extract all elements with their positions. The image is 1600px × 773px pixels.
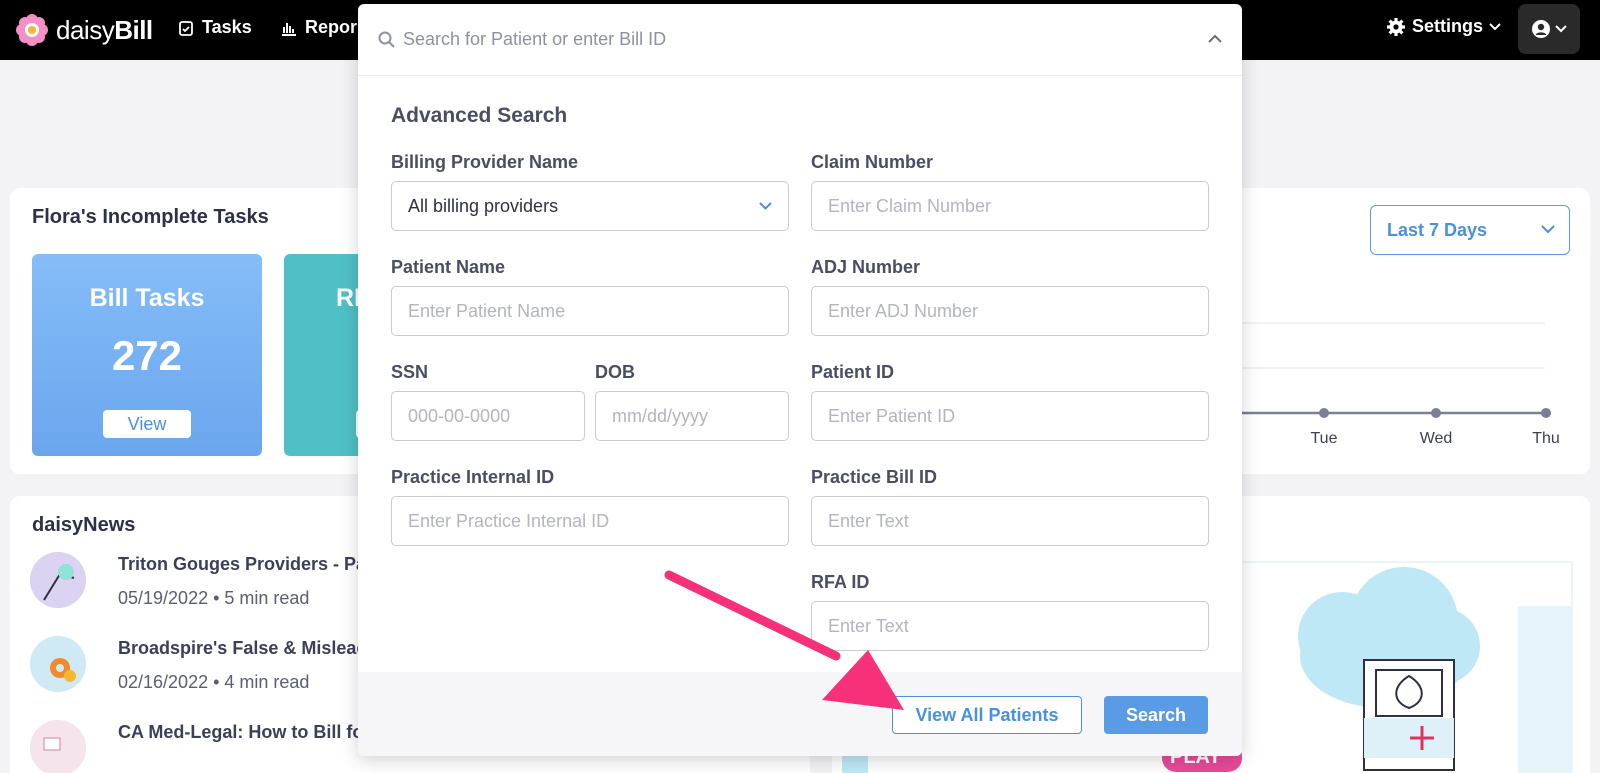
rfa-id-label: RFA ID: [811, 572, 870, 592]
settings-menu[interactable]: Settings: [1386, 16, 1501, 37]
patient-id-field[interactable]: Enter Patient ID: [811, 391, 1209, 441]
ssn-field[interactable]: 000-00-0000: [391, 391, 585, 441]
chevron-down-icon: [1555, 25, 1567, 33]
dob-field[interactable]: mm/dd/yyyy: [595, 391, 789, 441]
nav-tasks[interactable]: Tasks: [178, 17, 252, 38]
claim-number-field[interactable]: Enter Claim Number: [811, 181, 1209, 231]
chart-point: [1541, 408, 1551, 418]
view-all-patients-button[interactable]: View All Patients: [892, 696, 1082, 734]
dob-label: DOB: [595, 362, 635, 382]
user-menu-button[interactable]: [1518, 4, 1580, 54]
chevron-down-icon: [1489, 22, 1501, 30]
search-input-placeholder[interactable]: Search for Patient or enter Bill ID: [403, 29, 666, 50]
news-card-title: daisyNews: [32, 514, 136, 536]
news-headline[interactable]: CA Med-Legal: How to Bill for: [118, 722, 370, 743]
news-headline[interactable]: Broadspire's False & Misleadi: [118, 638, 372, 659]
practice-internal-id-label: Practice Internal ID: [391, 467, 555, 487]
dob-placeholder: mm/dd/yyyy: [612, 406, 709, 426]
practice-internal-id-placeholder: Enter Practice Internal ID: [408, 511, 610, 531]
billing-provider-select[interactable]: All billing providers: [391, 181, 789, 231]
date-range-select[interactable]: Last 7 Days: [1370, 205, 1570, 255]
adj-number-field[interactable]: Enter ADJ Number: [811, 286, 1209, 336]
brand-logo[interactable]: daisyBill: [16, 10, 153, 50]
news-headline[interactable]: Triton Gouges Providers - Pay: [118, 554, 376, 575]
billing-provider-value: All billing providers: [408, 196, 559, 216]
bill-tasks-view-button[interactable]: View: [103, 410, 191, 438]
practice-internal-id-field[interactable]: Enter Practice Internal ID: [391, 496, 789, 546]
patient-id-label: Patient ID: [811, 362, 895, 382]
chart-point: [1431, 408, 1441, 418]
bar-chart-icon: [282, 22, 296, 36]
claim-number-placeholder: Enter Claim Number: [828, 196, 992, 216]
ssn-label: SSN: [391, 362, 429, 382]
practice-bill-id-field[interactable]: Enter Text: [811, 496, 1209, 546]
billing-provider-label: Billing Provider Name: [391, 152, 579, 172]
rfa-id-placeholder: Enter Text: [828, 616, 909, 636]
gear-icon: [1387, 17, 1405, 36]
news-meta: 02/16/2022 • 4 min read: [118, 672, 310, 692]
adj-number-placeholder: Enter ADJ Number: [828, 301, 979, 321]
news-meta: 05/19/2022 • 5 min read: [118, 588, 310, 608]
chart-tick-tue: Tue: [1311, 430, 1338, 447]
rfa-id-field[interactable]: Enter Text: [811, 601, 1209, 651]
news-thumbnail: [30, 720, 86, 773]
nav-reports[interactable]: Repor: [281, 17, 357, 38]
adj-number-label: ADJ Number: [811, 257, 921, 277]
date-range-value: Last 7 Days: [1387, 220, 1488, 240]
ssn-placeholder: 000-00-0000: [408, 406, 511, 426]
chart-tick-thu: Thu: [1532, 430, 1560, 447]
chart-point: [1319, 408, 1329, 418]
chart-tick-wed: Wed: [1420, 430, 1453, 447]
settings-label: Settings: [1412, 16, 1484, 36]
search-button[interactable]: Search: [1104, 696, 1208, 734]
patient-search-bar[interactable]: Search for Patient or enter Bill ID: [358, 4, 1242, 76]
patient-name-placeholder: Enter Patient Name: [408, 301, 566, 321]
tasks-card-title: Flora's Incomplete Tasks: [32, 206, 269, 228]
brand-name: daisyBill: [56, 14, 153, 45]
nav-tasks-label: Tasks: [202, 17, 252, 37]
patient-search-panel: Search for Patient or enter Bill ID Adva…: [358, 4, 1242, 756]
bill-tasks-tile[interactable]: Bill Tasks 272 View: [32, 254, 262, 456]
news-thumbnail: [30, 552, 86, 608]
practice-bill-id-label: Practice Bill ID: [811, 467, 938, 487]
bill-tasks-count: 272: [111, 332, 183, 379]
chevron-down-icon: [759, 202, 772, 210]
clipboard-check-icon: [179, 20, 193, 36]
user-avatar-icon: [1532, 20, 1550, 38]
chevron-down-icon: [1541, 225, 1555, 234]
patient-id-placeholder: Enter Patient ID: [828, 406, 956, 426]
advanced-search-title: Advanced Search: [391, 104, 568, 127]
nav-reports-label: Repor: [305, 17, 358, 37]
practice-bill-id-placeholder: Enter Text: [828, 511, 909, 531]
chevron-up-icon[interactable]: [1208, 34, 1222, 43]
patient-name-field[interactable]: Enter Patient Name: [391, 286, 789, 336]
search-icon: [378, 31, 395, 48]
news-thumbnail: [30, 636, 86, 692]
claim-number-label: Claim Number: [811, 152, 934, 172]
patient-name-label: Patient Name: [391, 257, 506, 277]
bill-tasks-label: Bill Tasks: [89, 284, 205, 312]
daisy-flower-icon: [16, 14, 48, 46]
